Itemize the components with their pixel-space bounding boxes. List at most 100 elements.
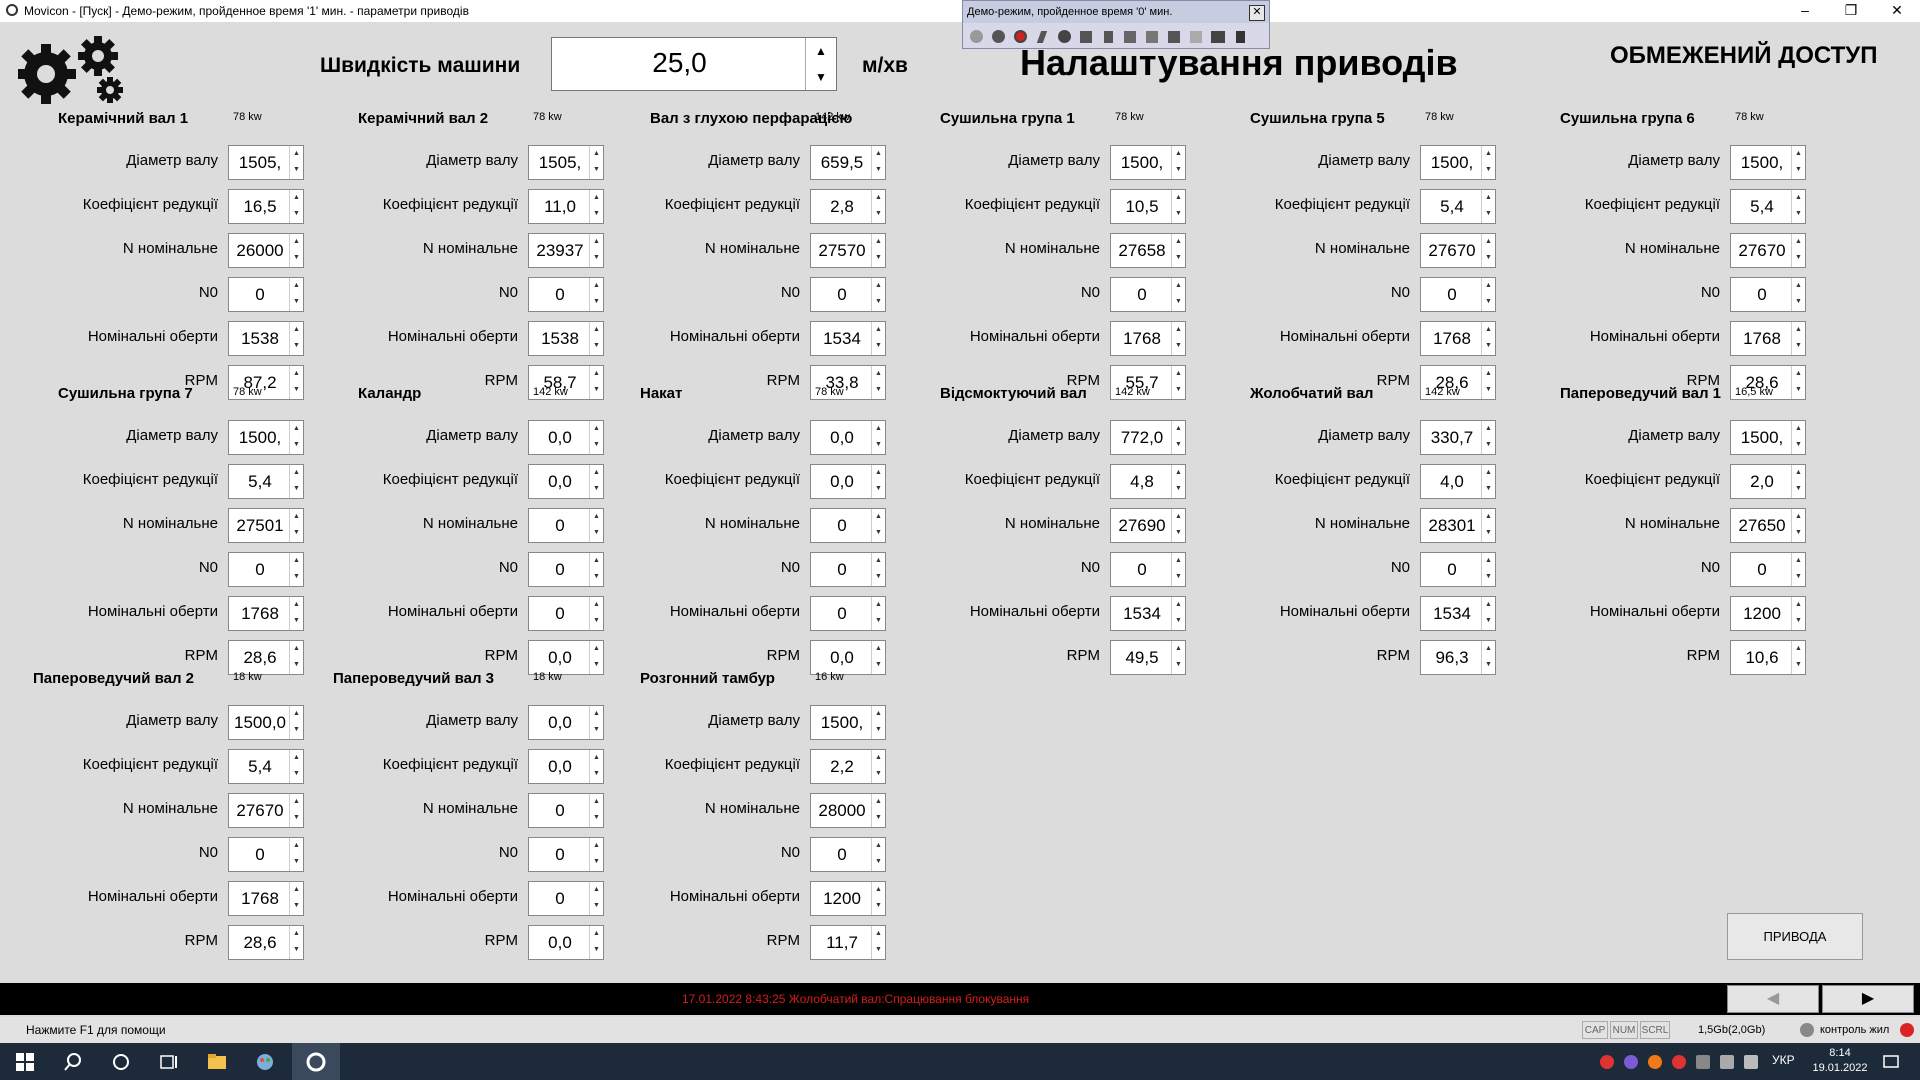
diameter-value[interactable]: 1500, xyxy=(1111,146,1173,179)
spinner[interactable]: ▲ ▼ xyxy=(871,706,885,739)
reduction-value[interactable]: 2,2 xyxy=(811,750,873,783)
spin-up-icon[interactable]: ▲ xyxy=(1792,509,1805,525)
n0-input[interactable]: 0 ▲ ▼ xyxy=(810,277,886,312)
play-icon[interactable] xyxy=(967,28,985,45)
spin-down-icon[interactable]: ▼ xyxy=(1482,613,1495,629)
nominal-rpm-input[interactable]: 1768 ▲ ▼ xyxy=(228,596,304,631)
spin-up-icon[interactable]: ▲ xyxy=(1792,421,1805,437)
n-nominal-value[interactable]: 27658 xyxy=(1111,234,1173,267)
n0-value[interactable]: 0 xyxy=(229,838,291,871)
spin-up-icon[interactable]: ▲ xyxy=(1482,278,1495,294)
spinner[interactable]: ▲ ▼ xyxy=(1481,509,1495,542)
nominal-rpm-value[interactable]: 1534 xyxy=(1111,597,1173,630)
spin-up-icon[interactable]: ▲ xyxy=(872,750,885,766)
spin-up-icon[interactable]: ▲ xyxy=(290,794,303,810)
spinner[interactable]: ▲ ▼ xyxy=(1481,190,1495,223)
spinner[interactable]: ▲ ▼ xyxy=(1481,234,1495,267)
spin-up-icon[interactable]: ▲ xyxy=(872,322,885,338)
spin-down-icon[interactable]: ▼ xyxy=(872,613,885,629)
spin-down-icon[interactable]: ▼ xyxy=(1792,162,1805,178)
spinner[interactable]: ▲ ▼ xyxy=(871,794,885,827)
spin-down-icon[interactable]: ▼ xyxy=(1792,437,1805,453)
spin-up-icon[interactable]: ▲ xyxy=(872,509,885,525)
trash-icon[interactable] xyxy=(1231,28,1249,45)
reduction-input[interactable]: 2,2 ▲ ▼ xyxy=(810,749,886,784)
spin-down-icon[interactable]: ▼ xyxy=(290,898,303,914)
diameter-value[interactable]: 1505, xyxy=(529,146,591,179)
n-nominal-value[interactable]: 0 xyxy=(529,794,591,827)
reduction-value[interactable]: 2,8 xyxy=(811,190,873,223)
spin-down-icon[interactable]: ▼ xyxy=(1792,338,1805,354)
rpm-value[interactable]: 28,6 xyxy=(229,926,291,959)
n0-input[interactable]: 0 ▲ ▼ xyxy=(1420,277,1496,312)
rpm-value[interactable]: 49,5 xyxy=(1111,641,1173,674)
diameter-input[interactable]: 1500,0 ▲ ▼ xyxy=(228,705,304,740)
spin-down-icon[interactable]: ▼ xyxy=(1482,338,1495,354)
n0-value[interactable]: 0 xyxy=(1111,278,1173,311)
spinner[interactable]: ▲ ▼ xyxy=(871,509,885,542)
spinner[interactable]: ▲ ▼ xyxy=(1171,322,1185,355)
spinner[interactable]: ▲ ▼ xyxy=(1791,234,1805,267)
spin-up-icon[interactable]: ▲ xyxy=(290,597,303,613)
spin-up-icon[interactable]: ▲ xyxy=(1172,234,1185,250)
tray-expand-icon[interactable] xyxy=(1696,1055,1710,1069)
spin-up-icon[interactable]: ▲ xyxy=(1172,421,1185,437)
spin-up-icon[interactable]: ▲ xyxy=(872,597,885,613)
reduction-input[interactable]: 5,4 ▲ ▼ xyxy=(228,749,304,784)
n0-input[interactable]: 0 ▲ ▼ xyxy=(228,837,304,872)
rpm-value[interactable]: 10,6 xyxy=(1731,641,1793,674)
spinner[interactable]: ▲ ▼ xyxy=(1171,234,1185,267)
spin-down-icon[interactable]: ▼ xyxy=(290,481,303,497)
spin-up-icon[interactable]: ▲ xyxy=(1172,465,1185,481)
nominal-rpm-input[interactable]: 1768 ▲ ▼ xyxy=(1420,321,1496,356)
spin-down-icon[interactable]: ▼ xyxy=(1792,481,1805,497)
nominal-rpm-value[interactable]: 1768 xyxy=(229,882,291,915)
nominal-rpm-value[interactable]: 0 xyxy=(529,882,591,915)
n-nominal-value[interactable]: 28301 xyxy=(1421,509,1483,542)
nominal-rpm-value[interactable]: 1768 xyxy=(229,597,291,630)
notifications-icon[interactable] xyxy=(1880,1051,1902,1073)
n-nominal-input[interactable]: 28000 ▲ ▼ xyxy=(810,793,886,828)
spin-up-icon[interactable]: ▲ xyxy=(1792,234,1805,250)
spin-up-icon[interactable]: ▲ xyxy=(872,706,885,722)
spin-up-icon[interactable]: ▲ xyxy=(290,838,303,854)
reduction-input[interactable]: 0,0 ▲ ▼ xyxy=(528,749,604,784)
spin-down-icon[interactable]: ▼ xyxy=(872,898,885,914)
spin-down-icon[interactable]: ▼ xyxy=(1792,657,1805,673)
spin-up-icon[interactable]: ▲ xyxy=(290,706,303,722)
spin-down-icon[interactable]: ▼ xyxy=(290,722,303,738)
spinner[interactable]: ▲ ▼ xyxy=(1481,465,1495,498)
reduction-value[interactable]: 16,5 xyxy=(229,190,291,223)
spinner[interactable]: ▲ ▼ xyxy=(871,597,885,630)
spin-down-icon[interactable]: ▼ xyxy=(872,810,885,826)
n0-input[interactable]: 0 ▲ ▼ xyxy=(810,837,886,872)
n0-value[interactable]: 0 xyxy=(811,278,873,311)
n0-input[interactable]: 0 ▲ ▼ xyxy=(1730,277,1806,312)
n0-input[interactable]: 0 ▲ ▼ xyxy=(528,277,604,312)
spin-up-icon[interactable]: ▲ xyxy=(872,366,885,382)
diameter-input[interactable]: 1500, ▲ ▼ xyxy=(1420,145,1496,180)
machine-speed-spinner[interactable]: ▲ ▼ xyxy=(805,38,836,90)
reduction-value[interactable]: 11,0 xyxy=(529,190,591,223)
reduction-input[interactable]: 4,8 ▲ ▼ xyxy=(1110,464,1186,499)
n0-input[interactable]: 0 ▲ ▼ xyxy=(1420,552,1496,587)
spin-down-icon[interactable]: ▼ xyxy=(290,613,303,629)
n-nominal-input[interactable]: 0 ▲ ▼ xyxy=(528,793,604,828)
movicon-taskbar-item[interactable] xyxy=(292,1043,340,1080)
n-nominal-value[interactable]: 27670 xyxy=(1731,234,1793,267)
spin-up-icon[interactable]: ▲ xyxy=(1792,366,1805,382)
spin-up-icon[interactable]: ▲ xyxy=(1482,465,1495,481)
spin-up-icon[interactable]: ▲ xyxy=(872,641,885,657)
spin-up-icon[interactable]: ▲ xyxy=(872,926,885,942)
n0-value[interactable]: 0 xyxy=(1421,278,1483,311)
spinner[interactable]: ▲ ▼ xyxy=(1171,641,1185,674)
spin-down-icon[interactable]: ▼ xyxy=(806,64,836,90)
reduction-input[interactable]: 2,0 ▲ ▼ xyxy=(1730,464,1806,499)
n0-input[interactable]: 0 ▲ ▼ xyxy=(228,552,304,587)
spin-up-icon[interactable]: ▲ xyxy=(1792,465,1805,481)
spinner[interactable]: ▲ ▼ xyxy=(1481,278,1495,311)
n-nominal-input[interactable]: 27650 ▲ ▼ xyxy=(1730,508,1806,543)
spin-up-icon[interactable]: ▲ xyxy=(1792,641,1805,657)
spin-up-icon[interactable]: ▲ xyxy=(1792,278,1805,294)
nominal-rpm-input[interactable]: 1768 ▲ ▼ xyxy=(228,881,304,916)
